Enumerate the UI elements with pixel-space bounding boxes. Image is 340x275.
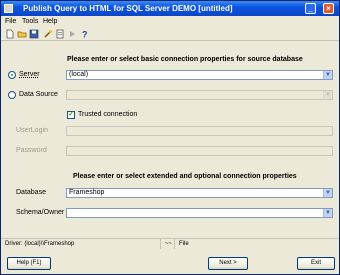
- password-field[interactable]: [66, 146, 333, 156]
- schema-owner-label: Schema/Owner: [16, 209, 65, 216]
- properties-icon[interactable]: [55, 29, 65, 39]
- next-button[interactable]: Next >: [208, 257, 248, 270]
- window-title: Publish Query to HTML for SQL Server DEM…: [23, 4, 233, 13]
- menu-bar: File Tools Help: [1, 16, 339, 27]
- title-bar[interactable]: Publish Query to HTML for SQL Server DEM…: [1, 1, 339, 16]
- data-source-radio[interactable]: [8, 91, 16, 99]
- app-window: Publish Query to HTML for SQL Server DEM…: [0, 0, 340, 275]
- connection-panel: Please enter or select basic connection …: [1, 42, 339, 238]
- wizard-icon[interactable]: [43, 29, 53, 39]
- chevron-down-icon[interactable]: ▼: [323, 71, 332, 79]
- toolbar: ?: [1, 27, 339, 41]
- data-source-label: Data Source: [19, 91, 58, 98]
- minimize-button[interactable]: _: [305, 3, 316, 14]
- database-combo[interactable]: Frameshop ▼: [66, 188, 333, 198]
- close-button[interactable]: ×: [323, 3, 334, 14]
- source-heading: Please enter or select basic connection …: [67, 56, 303, 63]
- password-label: Password: [16, 147, 47, 154]
- svg-text:?: ?: [82, 30, 88, 40]
- help-button[interactable]: Help (F1): [7, 257, 51, 270]
- server-label: Server: [19, 71, 40, 78]
- trusted-connection-checkbox[interactable]: ✓: [67, 111, 75, 119]
- extended-heading: Please enter or select extended and opti…: [73, 173, 297, 180]
- server-value: (local): [69, 71, 89, 78]
- database-value: Frameshop: [69, 189, 105, 196]
- chevron-down-icon[interactable]: ▼: [323, 189, 332, 197]
- menu-file[interactable]: File: [5, 16, 16, 27]
- help-icon[interactable]: ?: [79, 29, 89, 40]
- menu-tools[interactable]: Tools: [22, 16, 38, 27]
- trusted-connection-label: Trusted connection: [78, 111, 138, 118]
- data-source-combo[interactable]: ▼: [66, 90, 333, 100]
- server-radio[interactable]: [8, 71, 16, 79]
- status-driver: Driver: (local)\\Frameshop: [3, 239, 161, 249]
- status-mode: File: [179, 241, 189, 247]
- database-label: Database: [16, 189, 46, 196]
- menu-help[interactable]: Help: [43, 16, 57, 27]
- run-icon[interactable]: [67, 29, 77, 39]
- chevron-down-icon[interactable]: ▼: [323, 209, 332, 217]
- server-combo[interactable]: (local) ▼: [66, 70, 333, 80]
- schema-owner-combo[interactable]: ▼: [66, 208, 333, 218]
- chevron-down-icon[interactable]: ▼: [323, 91, 332, 99]
- userlogin-label: UserLogin: [16, 127, 48, 134]
- open-icon[interactable]: [17, 29, 27, 39]
- new-icon[interactable]: [5, 29, 15, 39]
- exit-button[interactable]: Exit: [297, 257, 335, 270]
- status-separator: ~~: [163, 239, 175, 249]
- status-bar: Driver: (local)\\Frameshop ~~ File: [1, 238, 339, 249]
- save-icon[interactable]: [29, 29, 39, 39]
- app-icon: [4, 4, 13, 13]
- userlogin-field[interactable]: [66, 126, 333, 136]
